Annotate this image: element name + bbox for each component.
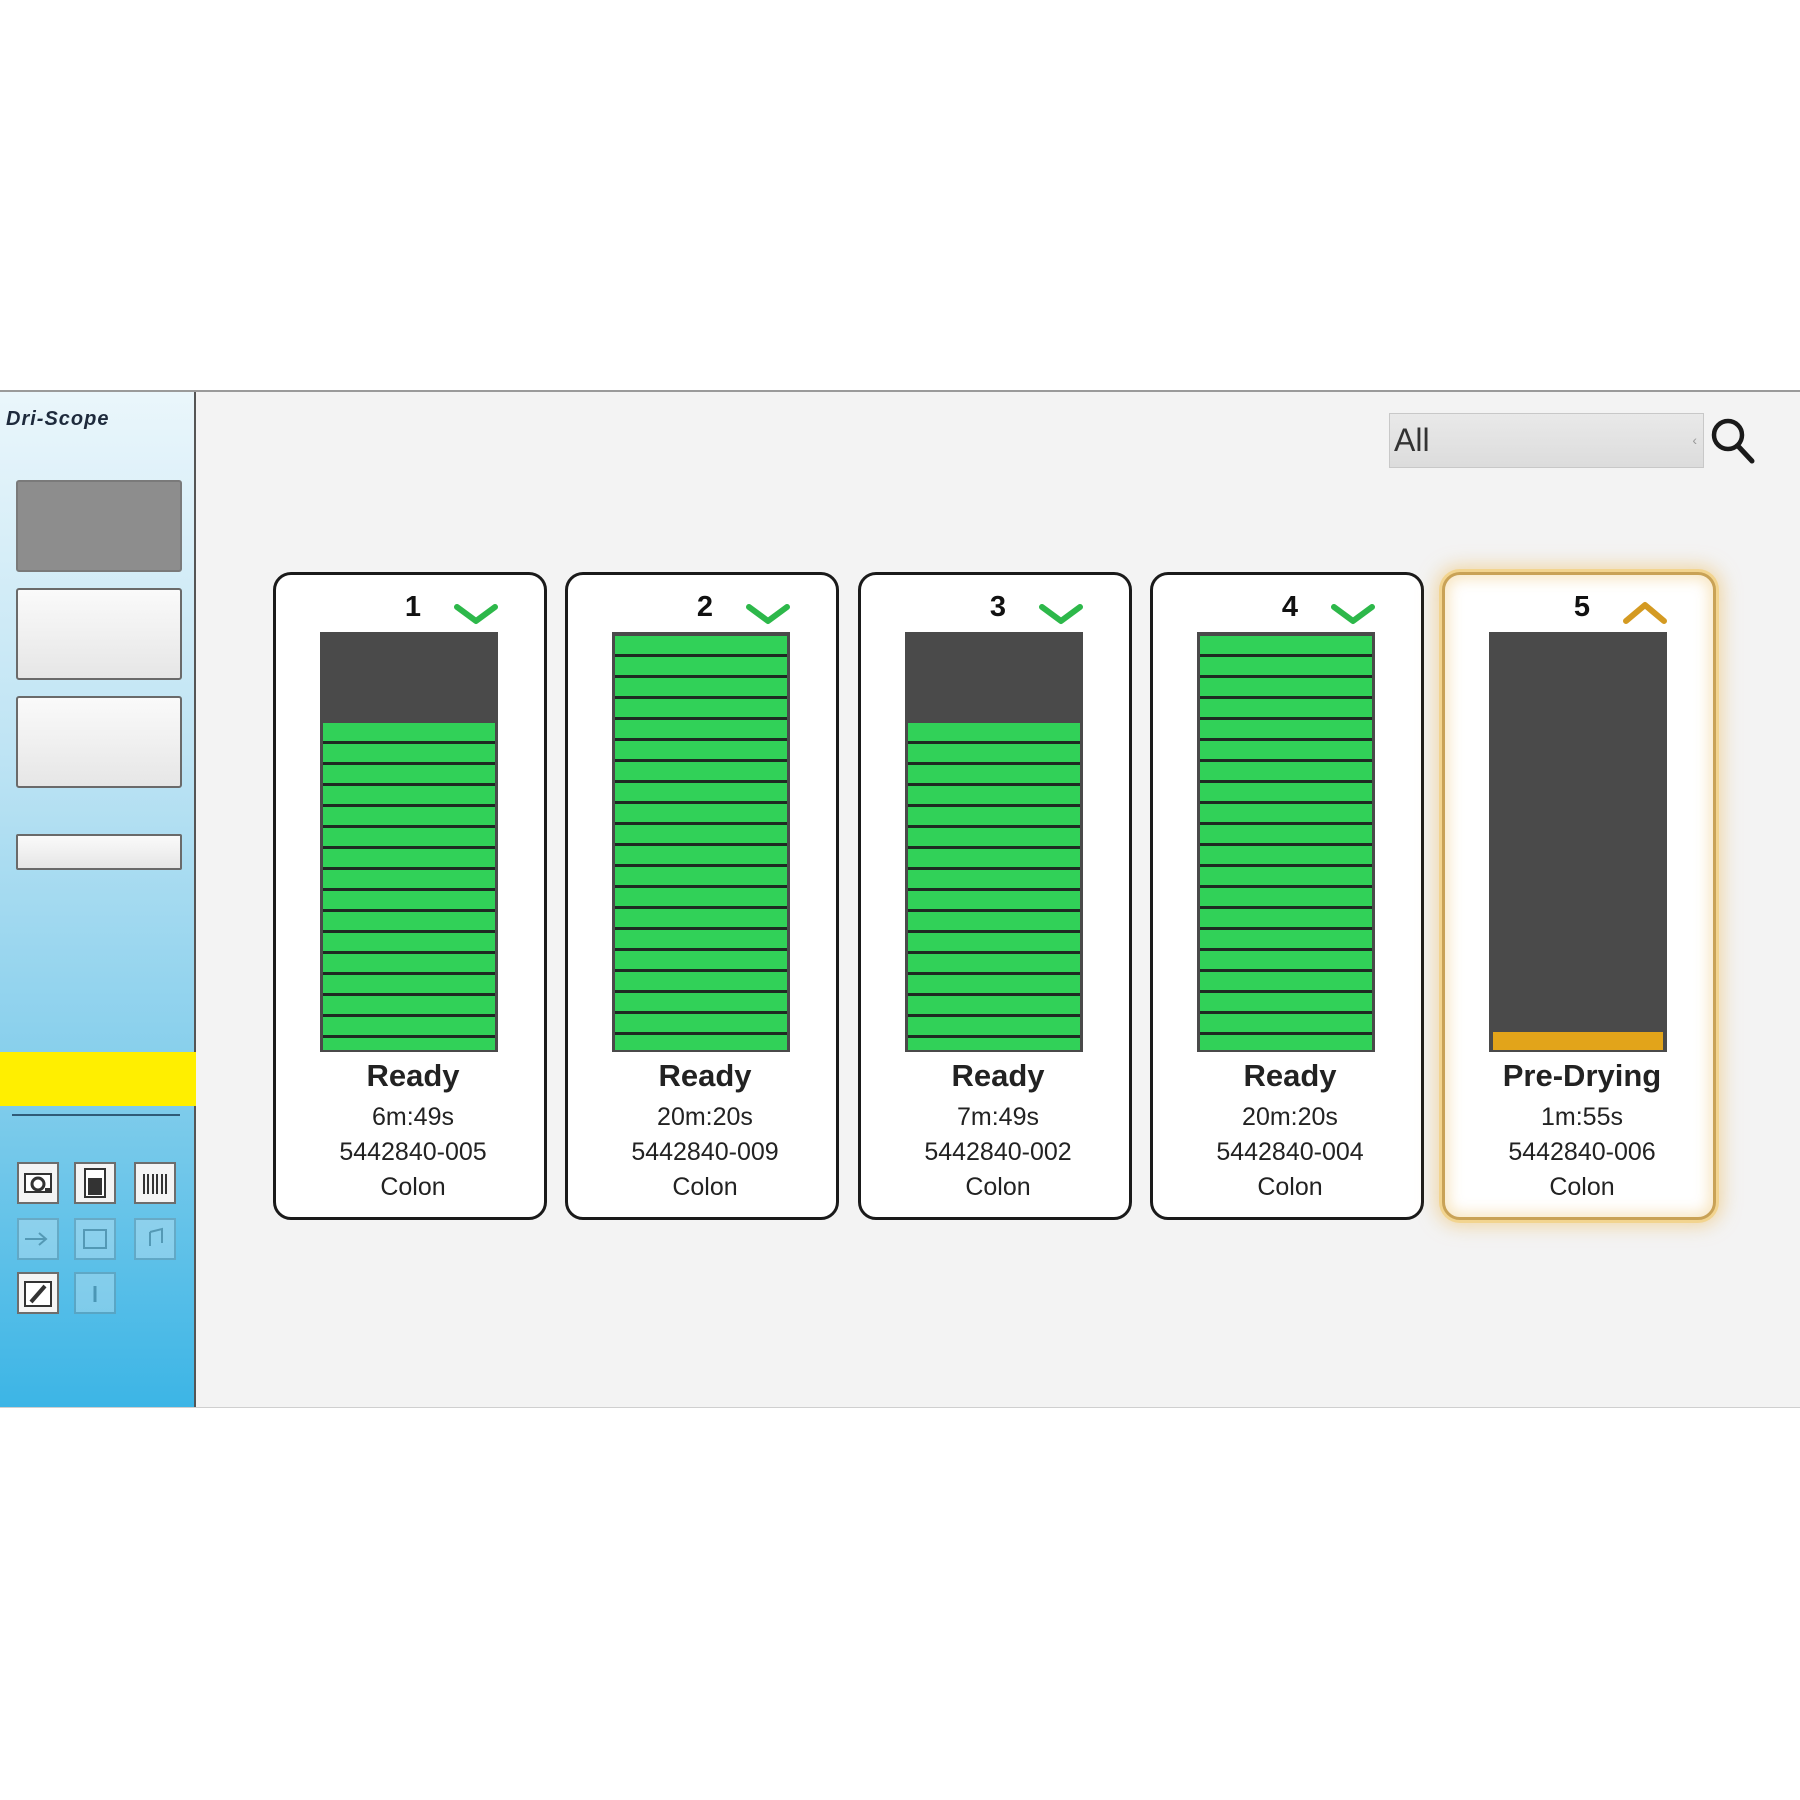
drying-gauge [905,632,1083,1052]
check-icon [452,599,500,627]
brand-name: Dri-Scope [6,408,110,430]
drying-gauge [320,632,498,1052]
cabinet-number: 2 [696,591,714,623]
cabinet-state: Ready [951,1058,1045,1093]
cabinet-card-4[interactable]: 4 Ready 20m:20s 5442840-004 Colon [1150,572,1424,1220]
app-window: Dri-Scope All ‹ 1 Ready 6m:49s 5442840-0… [0,390,1800,1408]
check-icon [744,599,792,627]
cabinet-number: 5 [1573,591,1591,623]
gauge-fill [1200,636,1372,1050]
cabinet-number: 1 [404,591,422,623]
cabinet-card-3[interactable]: 3 Ready 7m:49s 5442840-002 Colon [858,572,1132,1220]
cabinet-number: 4 [1281,591,1299,623]
chevron-up-icon [1621,599,1669,627]
audio-icon[interactable] [134,1218,176,1260]
export-icon[interactable] [17,1218,59,1260]
cabinet-state: Pre-Drying [1502,1058,1662,1093]
cabinet-state: Ready [366,1058,460,1093]
drying-gauge [1489,632,1667,1052]
brand-logo: Dri-Scope [6,408,191,432]
cabinet-scope-type: Colon [965,1173,1031,1201]
cabinet-time: 20m:20s [1242,1103,1338,1131]
info-icon[interactable] [74,1272,116,1314]
gauge-progress-bar [1493,1032,1663,1050]
system-divider [12,1114,180,1116]
cabinet-scope-type: Colon [1549,1173,1615,1201]
shutdown-button[interactable] [16,834,182,870]
cabinet-scope-type: Colon [672,1173,738,1201]
warning-banner [0,1052,196,1106]
sidebar: Dri-Scope [0,392,196,1407]
nav-button-settings[interactable] [16,696,182,788]
drying-gauge [612,632,790,1052]
cabinet-scope-id: 5442840-006 [1508,1138,1656,1166]
cabinet-scope-id: 5442840-002 [924,1138,1072,1166]
nav-button-data[interactable] [16,588,182,680]
filter-input[interactable]: All ‹ [1389,413,1704,468]
folder-icon[interactable] [74,1218,116,1260]
cabinet-card-2[interactable]: 2 Ready 20m:20s 5442840-009 Colon [565,572,839,1220]
check-icon [1329,599,1377,627]
drying-gauge [1197,632,1375,1052]
cabinet-card-5[interactable]: 5 Pre-Drying 1m:55s 5442840-006 Colon [1442,572,1716,1220]
cabinet-scope-id: 5442840-005 [339,1138,487,1166]
cabinet-scope-type: Colon [1257,1173,1323,1201]
nav-button-status[interactable] [16,480,182,572]
cabinet-scope-id: 5442840-009 [631,1138,779,1166]
search-icon[interactable] [1709,416,1757,466]
main-panel: All ‹ 1 Ready 6m:49s 5442840-005 Colon 2 Ready… [198,392,1800,1407]
cabinet-time: 1m:55s [1541,1103,1623,1131]
dropdown-caret-icon: ‹ [1692,432,1697,448]
cabinet-icon[interactable] [74,1162,116,1204]
cabinet-scope-type: Colon [380,1173,446,1201]
cabinet-time: 7m:49s [957,1103,1039,1131]
cabinet-time: 6m:49s [372,1103,454,1131]
cabinet-scope-id: 5442840-004 [1216,1138,1364,1166]
barcode-icon[interactable] [134,1162,176,1204]
check-icon [1037,599,1085,627]
cabinet-state: Ready [1243,1058,1337,1093]
cabinet-number: 3 [989,591,1007,623]
gauge-fill [908,722,1080,1050]
edit-icon[interactable] [17,1272,59,1314]
cabinet-state: Ready [658,1058,752,1093]
filter-input-value: All [1394,422,1430,458]
printer-icon[interactable] [17,1162,59,1204]
cabinet-card-1[interactable]: 1 Ready 6m:49s 5442840-005 Colon [273,572,547,1220]
gauge-fill [615,636,787,1050]
cabinet-time: 20m:20s [657,1103,753,1131]
gauge-fill [323,722,495,1050]
